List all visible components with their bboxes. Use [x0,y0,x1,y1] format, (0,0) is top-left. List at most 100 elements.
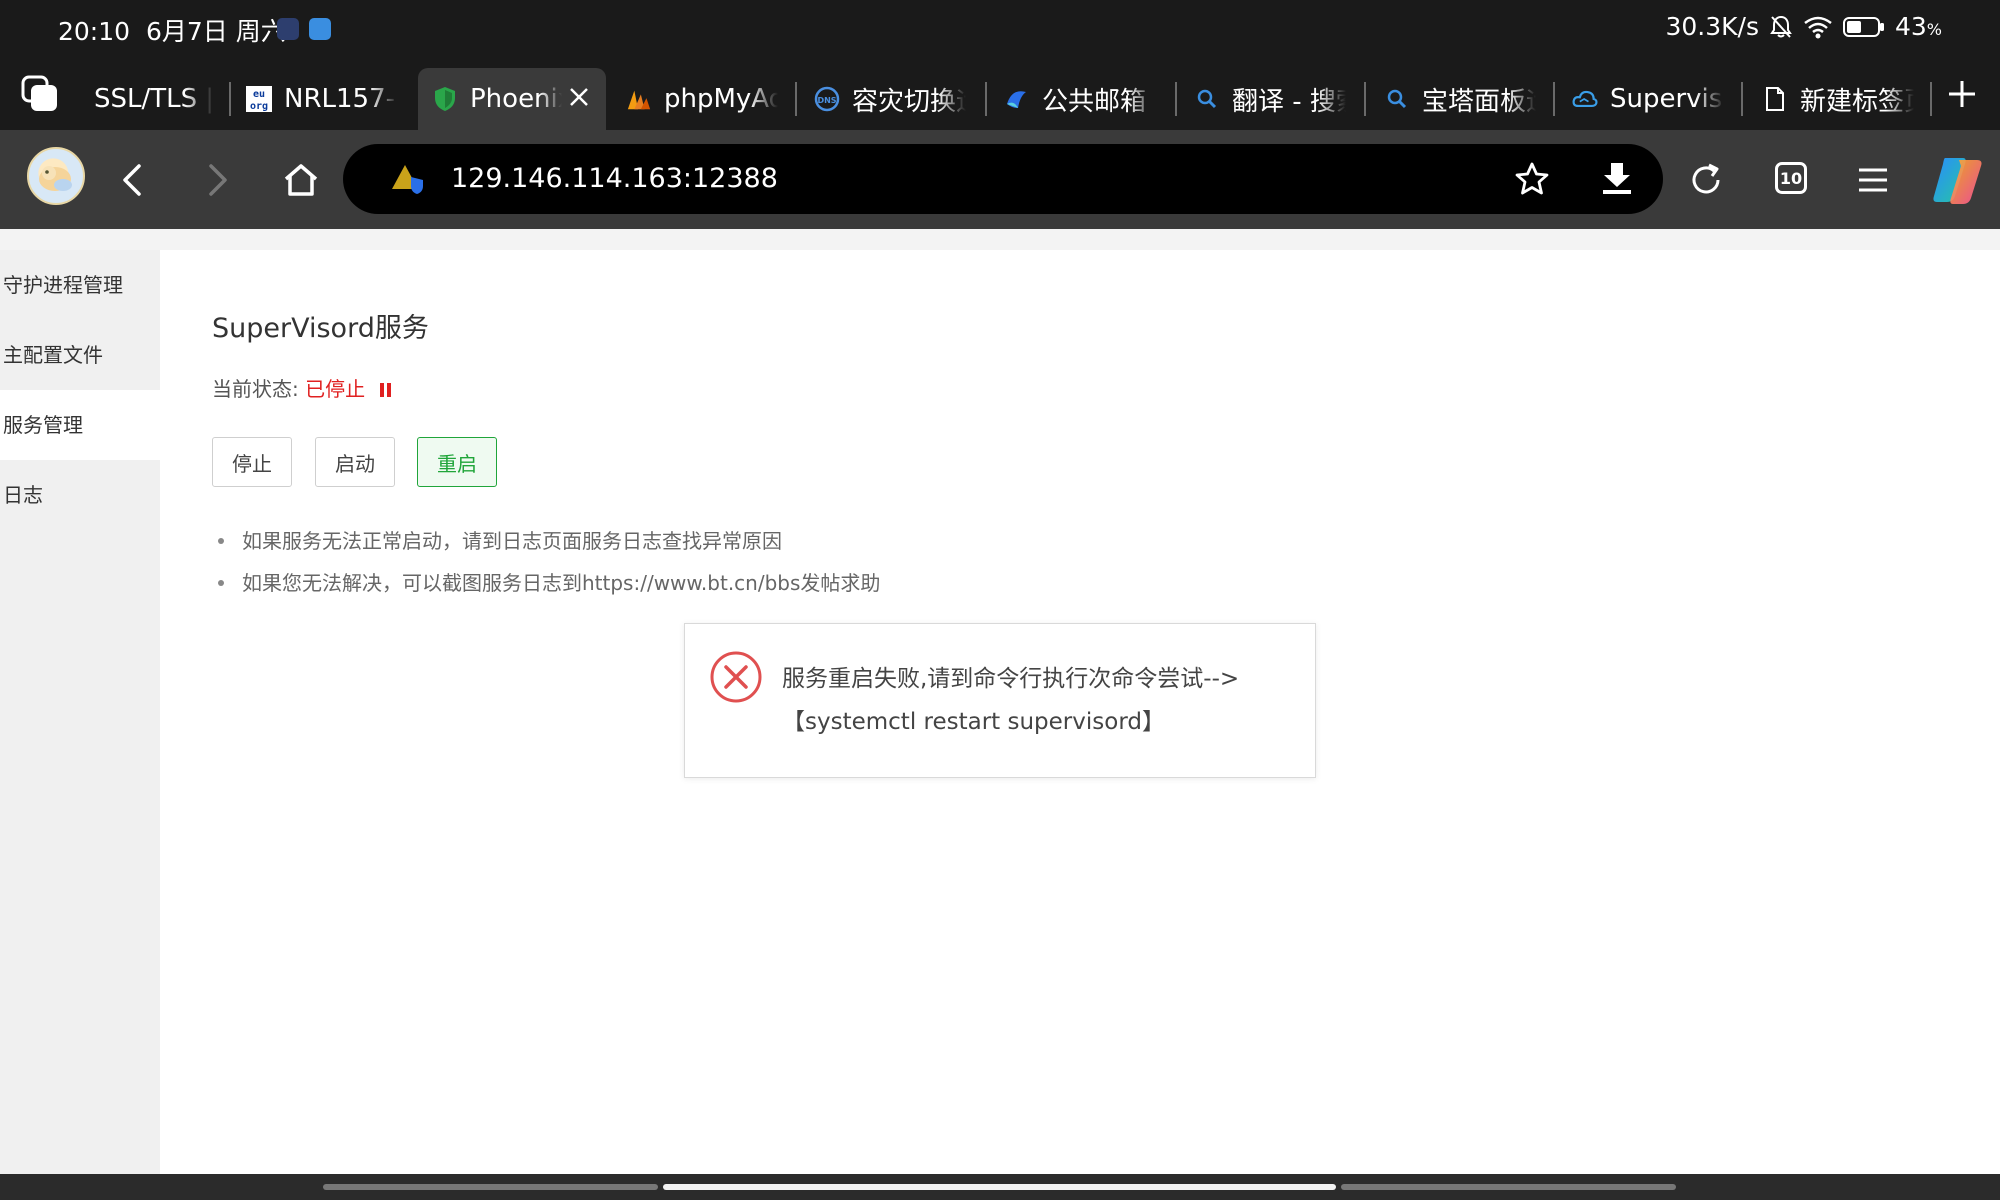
tab-separator [795,82,797,116]
tab-count: 10 [1779,168,1803,188]
help-tips-list: 如果服务无法正常启动，请到日志页面服务日志查找异常原因 如果您无法解决，可以截图… [212,520,880,604]
tab-separator [1553,82,1555,116]
close-tab-icon[interactable] [564,82,594,112]
tab-separator [1930,82,1932,116]
search-icon [1384,86,1410,112]
error-toast: 服务重启失败,请到命令行执行次命令尝试--> 【systemctl restar… [684,623,1316,778]
tab-separator [229,82,231,116]
restart-button[interactable]: 重启 [417,437,497,487]
sidebar-item-label: 日志 [3,483,43,507]
wifi-icon [1803,15,1833,39]
svg-text:org: org [250,101,268,112]
home-icon[interactable] [273,152,329,208]
notification-upload-icon [309,18,331,40]
svg-text:DNS: DNS [817,96,836,105]
sidebar-item-main-config[interactable]: 主配置文件 [0,320,160,390]
tab-separator [1364,82,1366,116]
tab-phoenix[interactable]: Phoenix [418,68,606,130]
clock-text: 20:10 [58,17,131,46]
tab-ssl-tls[interactable]: SSL/TLS | [80,68,230,130]
sidebar-item-label: 服务管理 [3,413,83,437]
date-text: 6月7日 周六 [145,17,286,46]
system-status-bar: 20:10 6月7日 周六 30.3K/s 43% [0,0,2000,58]
stopped-pause-icon [379,379,393,403]
tab-separator [1741,82,1743,116]
service-status: 当前状态: 已停止 [212,373,393,403]
error-command: 【systemctl restart supervisord】 [782,709,1165,735]
tab-title: 宝塔面板运 [1422,86,1536,117]
tab-separator [985,82,987,116]
browser-toolbar: 129.146.114.163:12388 10 [0,130,2000,229]
bottom-navigation-bar [0,1174,2000,1200]
tab-title: SSL/TLS | [94,84,215,114]
tab-manager-icon[interactable] [20,74,60,114]
tab-title: 公共邮箱 - [1042,86,1156,117]
reload-icon[interactable] [1678,152,1734,208]
tab-title: Supervisor [1610,84,1724,114]
tab-public-mail[interactable]: 公共邮箱 - [990,68,1170,130]
error-message-line: 服务重启失败,请到命令行执行次命令尝试--> [782,666,1240,692]
tab-new-tab[interactable]: 新建标签页 [1748,68,1928,130]
sidebar-item-label: 守护进程管理 [3,273,123,297]
tab-count-button[interactable]: 10 [1775,162,1807,194]
main-content: SuperVisord服务 当前状态: 已停止 停止 启动 重启 如果服务无法正… [160,250,2000,1174]
error-message: 服务重启失败,请到命令行执行次命令尝试--> 【systemctl restar… [782,658,1302,744]
dns-icon: DNS [814,86,840,112]
notification-app-icon [277,18,299,40]
sidebar-nav: 守护进程管理 主配置文件 服务管理 日志 [0,250,160,1174]
list-item: 如果您无法解决，可以截图服务日志到https://www.bt.cn/bbs发帖… [212,562,880,604]
search-icon [1194,86,1220,112]
url-text[interactable]: 129.146.114.163:12388 [451,163,778,194]
forward-icon[interactable] [190,152,246,208]
address-bar[interactable]: 129.146.114.163:12388 [343,144,1663,214]
list-item: 如果服务无法正常启动，请到日志页面服务日志查找异常原因 [212,520,880,562]
copilot-icon[interactable] [1928,150,1988,210]
page-title: SuperVisord服务 [212,313,429,344]
bookmark-star-icon[interactable] [1513,160,1551,198]
error-circle-icon [709,650,763,704]
network-speed: 30.3K/s [1665,12,1759,41]
sidebar-item-label: 主配置文件 [3,343,103,367]
new-tab-icon[interactable] [1940,72,1984,116]
battery-percent: 43% [1894,12,1942,41]
page-top-strip [0,229,2000,251]
tab-title: 新建标签页 [1800,86,1914,117]
status-value: 已停止 [305,377,366,401]
status-time: 20:10 6月7日 周六 [58,12,286,48]
sidebar-item-logs[interactable]: 日志 [0,460,160,530]
tab-title: 翻译 - 搜索 [1232,86,1346,117]
tab-nrl157[interactable]: euorg NRL157-FF [232,68,412,130]
phpmyadmin-icon [626,86,652,112]
page-icon [1762,86,1788,112]
tab-title: phpMyAdm [664,84,778,114]
download-icon[interactable] [1597,158,1637,198]
shield-icon [432,86,458,112]
cloud-icon [1572,86,1598,112]
tab-separator [1175,82,1177,116]
sidebar-item-service-manage[interactable]: 服务管理 [0,390,160,460]
tab-translate-search[interactable]: 翻译 - 搜索 [1180,68,1360,130]
tab-title: 容灾切换运 [852,86,966,117]
svg-text:eu: eu [253,89,265,100]
scroll-indicator-left [323,1184,658,1190]
battery-icon [1842,16,1885,38]
browser-tab-strip: SSL/TLS | euorg NRL157-FF Phoenix phpMyA… [0,58,2000,130]
mail-icon [1004,86,1030,112]
stop-button[interactable]: 停止 [212,437,292,487]
scroll-indicator-thumb[interactable] [663,1184,1336,1190]
tab-phpmyadmin[interactable]: phpMyAdm [612,68,792,130]
back-icon[interactable] [104,152,160,208]
scroll-indicator-right [1341,1184,1676,1190]
tab-dns-failover[interactable]: DNS 容灾切换运 [800,68,980,130]
sidebar-item-daemon-manage[interactable]: 守护进程管理 [0,250,160,320]
menu-icon[interactable] [1845,152,1901,208]
bell-off-icon [1769,14,1793,40]
profile-avatar[interactable] [27,147,85,205]
start-button[interactable]: 启动 [315,437,395,487]
site-security-warning-icon[interactable] [391,163,423,195]
tab-supervisor[interactable]: Supervisor [1558,68,1738,130]
eu-org-icon: eu org [246,86,272,112]
tab-title: NRL157-FF [284,84,398,114]
tab-bt-panel-search[interactable]: 宝塔面板运 [1370,68,1550,130]
status-label: 当前状态: [212,377,299,401]
